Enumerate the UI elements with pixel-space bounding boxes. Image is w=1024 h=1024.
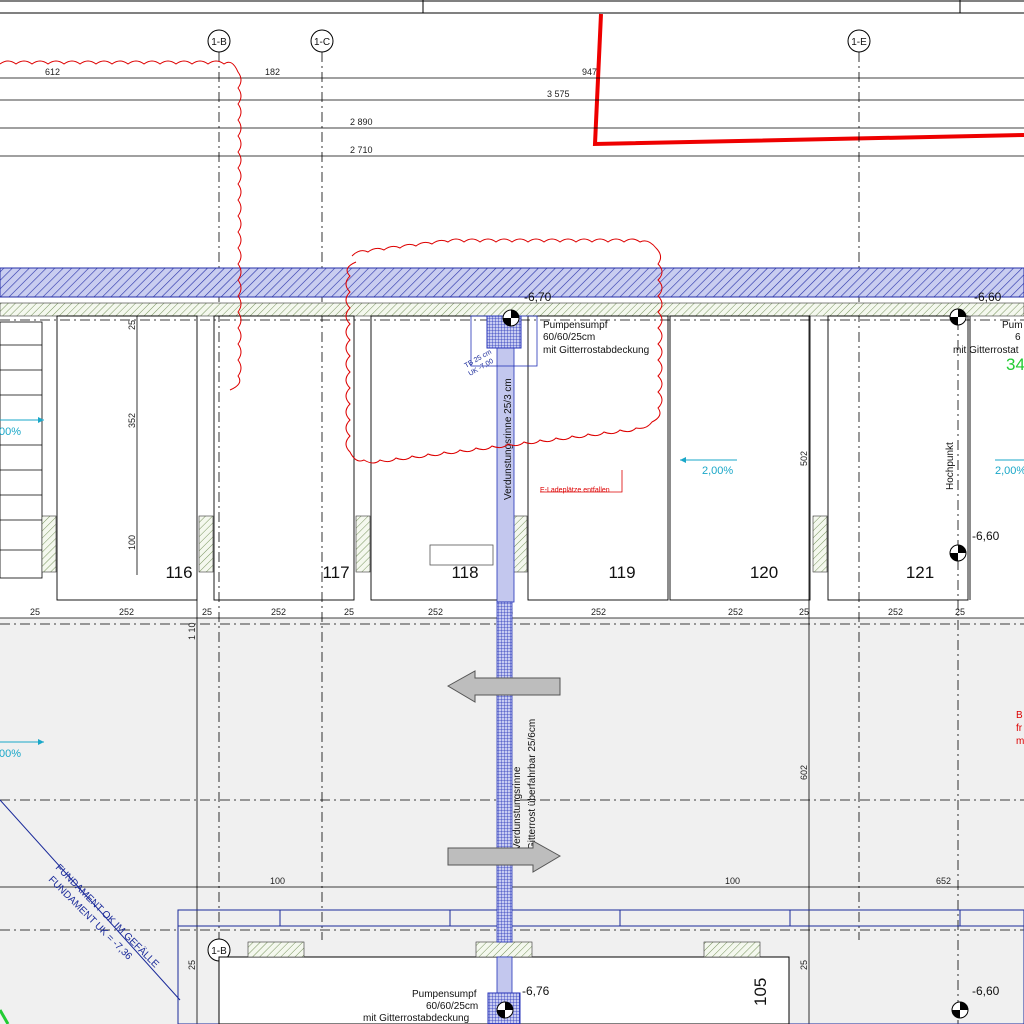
svg-text:-6,60: -6,60 [974, 290, 1002, 304]
pump-sump-note-right: Pum 6 mit Gitterrostat [953, 320, 1023, 356]
dim-row-252f: 252 [888, 607, 903, 617]
svg-text:-6,60: -6,60 [972, 984, 1000, 998]
dim-row-252a: 252 [119, 607, 134, 617]
axis-marker-1c: 1-C [310, 29, 334, 53]
svg-text:60/60/25cm: 60/60/25cm [426, 1001, 478, 1012]
dim-row-25c: 25 [344, 607, 354, 617]
dim-row-25b: 25 [202, 607, 212, 617]
dim-612: 612 [45, 67, 60, 77]
svg-text:Pum: Pum [1002, 320, 1023, 331]
level-marker-3: -6,60 [949, 529, 1000, 562]
dim-v-25: 25 [127, 320, 137, 330]
svg-text:,00%: ,00% [0, 426, 21, 438]
room-116: 116 [165, 563, 192, 582]
room-118: 118 [451, 563, 478, 582]
dim-row-25f: 25 [955, 607, 965, 617]
stair-left [0, 321, 43, 579]
room-105: 105 [751, 978, 770, 1006]
svg-text:1-E: 1-E [851, 37, 867, 48]
dim-947: 947 [582, 67, 597, 77]
dim-v-100: 100 [127, 535, 137, 550]
room-120: 120 [750, 563, 778, 582]
svg-text:m: m [1016, 736, 1024, 747]
hochpunkt-label: Hochpunkt [945, 442, 956, 490]
floor-plan-canvas: 1-B 1-C 1-E 1-B 612 182 947 3 575 2 890 … [0, 0, 1024, 1024]
svg-text:2,00%: 2,00% [702, 465, 733, 477]
drainage-channel-grating [496, 601, 513, 943]
parking-garage-plan: 1-B 1-C 1-E 1-B 612 182 947 3 575 2 890 … [0, 0, 1024, 1024]
slope-arrow-3: ,00% [0, 417, 44, 438]
dim-row-252c: 252 [428, 607, 443, 617]
svg-text:60/60/25cm: 60/60/25cm [543, 332, 595, 343]
dim-v-110: 1 10 [187, 622, 197, 640]
dim-b-652: 652 [936, 876, 951, 886]
dim-v-352: 352 [127, 413, 137, 428]
room-119: 119 [608, 563, 635, 582]
dim-v-25-low: 25 [187, 960, 197, 970]
dim-b-100b: 100 [725, 876, 740, 886]
svg-text:mit Gitterrostabdeckung: mit Gitterrostabdeckung [543, 345, 649, 356]
revision-cloud-left [0, 60, 242, 391]
dim-2890: 2 890 [350, 117, 373, 127]
dim-v-25-low-r: 25 [799, 960, 809, 970]
dim-b-100a: 100 [270, 876, 285, 886]
svg-text:mit Gitterrostabdeckung: mit Gitterrostabdeckung [363, 1013, 469, 1024]
room-117: 117 [322, 563, 349, 582]
svg-text:1-B: 1-B [211, 946, 227, 957]
svg-text:-6,70: -6,70 [524, 290, 552, 304]
channel-note-1: Verdunstungsrinne 25/3 cm [503, 378, 514, 500]
top-dimension-lines [0, 77, 1024, 157]
dim-v-502: 502 [799, 451, 809, 466]
green-label: 34 [1006, 355, 1024, 374]
axis-marker-1e: 1-E [847, 29, 871, 53]
red-boundary-line [592, 13, 1024, 147]
room-121: 121 [906, 563, 934, 582]
svg-text:2,00%: 2,00% [995, 465, 1024, 477]
slope-arrow-2: 2,00% [995, 459, 1024, 477]
dim-row-252d: 252 [591, 607, 606, 617]
svg-text:-6,76: -6,76 [522, 984, 550, 998]
svg-text:6: 6 [1015, 332, 1021, 343]
svg-text:1-C: 1-C [314, 37, 330, 48]
dim-row-252e: 252 [728, 607, 743, 617]
svg-text:-6,60: -6,60 [972, 529, 1000, 543]
svg-text:1-B: 1-B [211, 37, 227, 48]
svg-text:B: B [1016, 710, 1023, 721]
channel-note-2b: Gitterrost überfahrbar 25/6cm [527, 719, 538, 850]
dim-row-25a: 25 [30, 607, 40, 617]
dim-3575: 3 575 [547, 89, 570, 99]
svg-text:Pumpensumpf: Pumpensumpf [543, 320, 608, 331]
axis-marker-1b: 1-B [207, 29, 231, 53]
red-note: E-Ladeplätze entfallen [540, 487, 610, 494]
pillars [41, 515, 828, 573]
dim-182: 182 [265, 67, 280, 77]
wall-hatch [0, 267, 1024, 298]
channel-note-2a: Verdunstungsrinne [512, 766, 523, 850]
svg-text:,00%: ,00% [0, 748, 21, 760]
svg-text:fr: fr [1016, 723, 1023, 734]
svg-text:Pumpensumpf: Pumpensumpf [412, 989, 477, 1000]
slope-arrow-1: 2,00% [680, 457, 737, 477]
title-frame [0, 0, 1024, 14]
dim-2710: 2 710 [350, 145, 373, 155]
dim-row-25e: 25 [799, 607, 809, 617]
pump-sump-note-1: Pumpensumpf 60/60/25cm mit Gitterrostabd… [543, 320, 649, 356]
dim-v-602: 602 [799, 765, 809, 780]
bay-118-box [429, 544, 494, 566]
dim-row-252b: 252 [271, 607, 286, 617]
